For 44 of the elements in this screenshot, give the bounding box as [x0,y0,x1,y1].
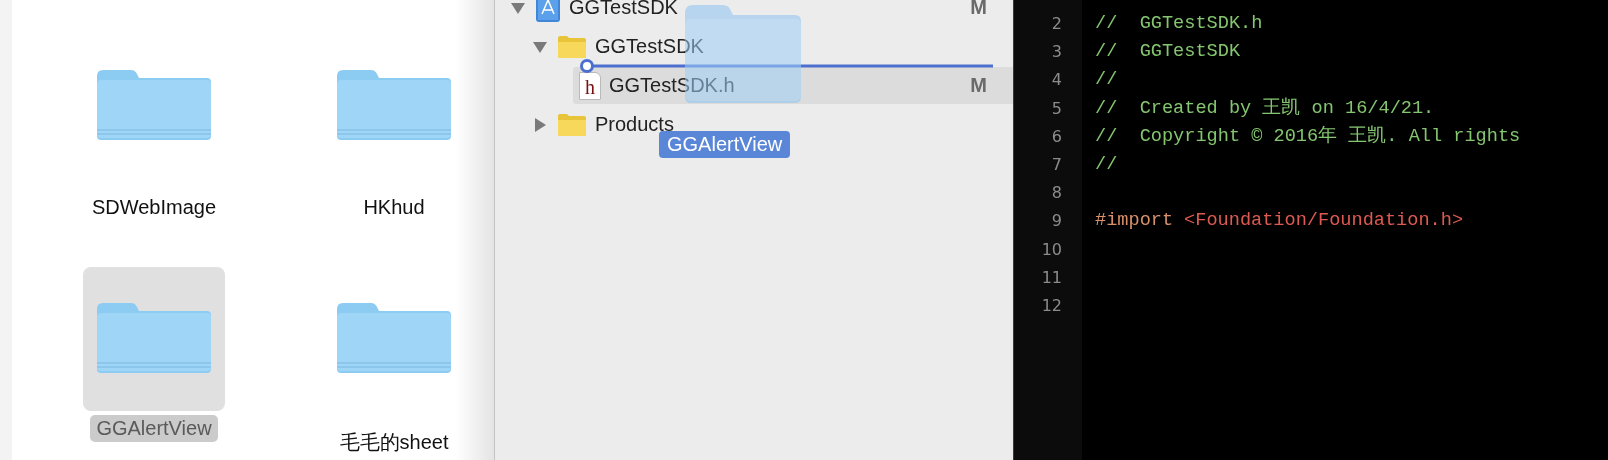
line-number: 11 [1040,266,1063,289]
code-string: <Foundation/Foundation.h> [1184,209,1464,234]
disclosure-right-icon[interactable] [533,117,547,132]
folder-tile[interactable] [83,267,225,411]
folder-icon [335,303,453,375]
folder-icon [335,70,453,142]
header-file-icon: h [579,71,601,100]
navigator-row[interactable]: h GGTestSDK.h M [573,67,1013,104]
code-comment: // [1095,68,1118,93]
line-number: 3 [1050,41,1063,64]
file-name: GGTestSDK [569,0,678,19]
line-number: 6 [1050,125,1063,148]
app-icon [535,0,561,23]
folder-name: SDWebImage [90,195,218,220]
code-comment: // [1095,152,1118,177]
folder-icon [95,70,213,142]
code-comment: // GGTestSDK.h [1095,12,1263,36]
code-comment: // Created by 王凯 on 16/4/21. [1095,96,1435,121]
line-number: 4 [1050,69,1063,92]
folder-name: GGAlertView [90,415,218,442]
folder-icon [557,112,587,137]
folder-icon [557,34,587,59]
line-number: 12 [1040,294,1063,317]
code-comment: // GGTestSDK [1095,40,1241,65]
status-letter: M [970,0,987,19]
line-number: 5 [1050,97,1063,120]
status-letter: M [970,74,987,97]
line-number: 8 [1050,182,1063,205]
navigator-row[interactable]: GGTestSDK M [529,0,1013,26]
drag-label: GGAlertView [659,131,791,158]
folder-icon [95,303,213,375]
folder-name: 毛毛的sheet [338,430,450,455]
code-keyword: #import [1095,209,1174,234]
line-number: 2 [1050,13,1063,35]
code-comment: // Copyright © 2016年 王凯. All rights [1095,124,1521,149]
disclosure-down-icon[interactable] [533,39,547,54]
line-number: 10 [1040,238,1063,261]
disclosure-down-icon[interactable] [511,0,525,15]
file-name: GGTestSDK [595,35,704,58]
line-number: 7 [1050,153,1063,176]
navigator-row[interactable]: GGTestSDK [551,28,1013,65]
folder-name: HKhud [362,195,426,220]
line-number: 9 [1050,210,1063,233]
file-name: GGTestSDK.h [609,74,735,97]
